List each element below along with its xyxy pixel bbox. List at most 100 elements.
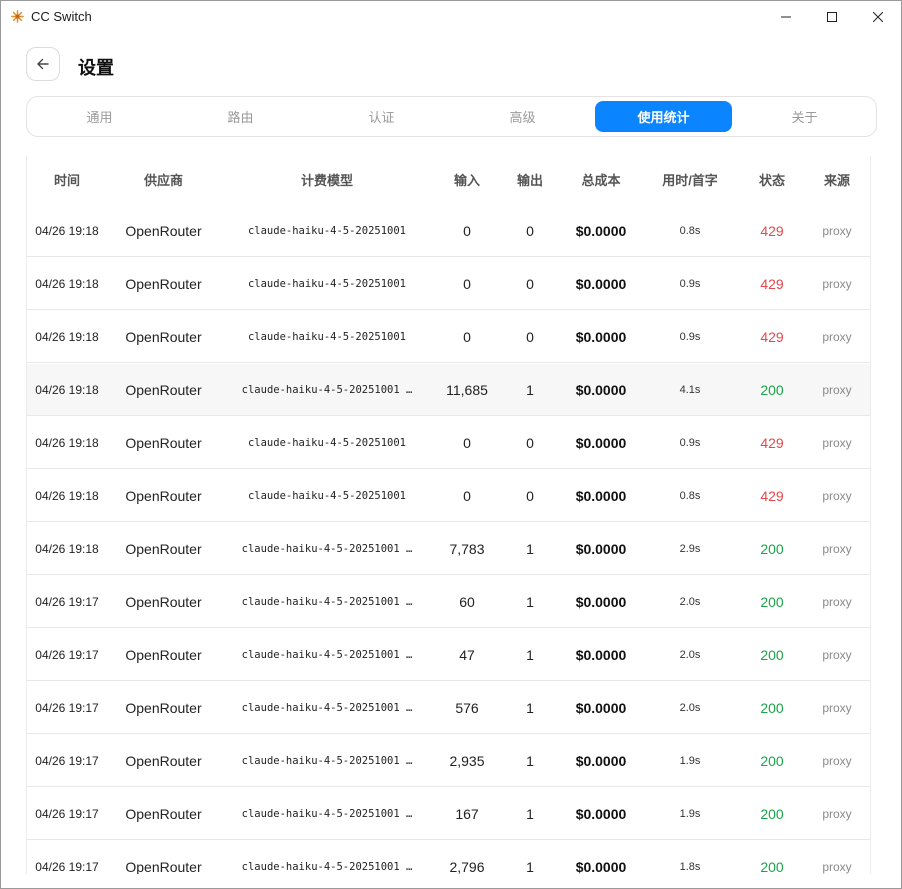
cell-source: proxy [822,542,852,556]
cell-cost: $0.0000 [575,753,627,769]
tab-advanced[interactable]: 高级 [454,101,591,132]
column-header-cost[interactable]: 总成本 [559,156,643,205]
column-header-status[interactable]: 状态 [739,156,805,205]
cell-duration: 2.9s [679,543,701,555]
cell-status: 200 [760,806,784,822]
cell-cost: $0.0000 [575,647,627,663]
cell-output: 0 [526,488,534,504]
cell-source: proxy [822,595,852,609]
cell-provider: OpenRouter [125,329,202,345]
cell-status: 429 [760,329,784,345]
column-header-duration[interactable]: 用时/首字 [647,156,733,205]
cell-cost: $0.0000 [575,329,627,345]
cell-input: 0 [463,223,471,239]
table-row[interactable]: 04/26 19:17 OpenRouter claude-haiku-4-5-20… [27,576,870,628]
column-header-model[interactable]: 计费模型 [227,156,427,205]
maximize-button[interactable] [809,1,855,32]
tab-auth[interactable]: 认证 [313,101,450,132]
table-row[interactable]: 04/26 19:18 OpenRouter claude-haiku-4-5-20… [27,523,870,575]
cell-output: 0 [526,435,534,451]
table-row[interactable]: 04/26 19:18 OpenRouter claude-haiku-4-5-20… [27,311,870,363]
cell-model: claude-haiku-4-5-20251001 … [241,861,413,873]
settings-tabs: 通用 路由 认证 高级 使用统计 关于 [26,96,877,137]
table-row[interactable]: 04/26 19:18 OpenRouter claude-haiku-4-5-20… [27,258,870,310]
table-row[interactable]: 04/26 19:17 OpenRouter claude-haiku-4-5-20… [27,682,870,734]
close-button[interactable] [855,1,901,32]
cell-source: proxy [822,277,852,291]
cell-provider: OpenRouter [125,382,202,398]
cell-output: 1 [526,647,534,663]
cell-provider: OpenRouter [125,647,202,663]
cell-input: 0 [463,435,471,451]
table-header: 时间 供应商 计费模型 输入 输出 总成本 用时/首字 状态 来源 [27,156,870,206]
tab-usage-stats[interactable]: 使用统计 [595,101,732,132]
tab-about[interactable]: 关于 [736,101,873,132]
title-bar: CC Switch [1,1,901,32]
cell-input: 0 [463,276,471,292]
cell-output: 1 [526,700,534,716]
cell-time: 04/26 19:17 [35,807,99,821]
cell-status: 200 [760,594,784,610]
cell-duration: 4.1s [679,384,701,396]
column-header-provider[interactable]: 供应商 [115,156,212,205]
cell-status: 200 [760,700,784,716]
cell-time: 04/26 19:18 [35,330,99,344]
table-row[interactable]: 04/26 19:17 OpenRouter claude-haiku-4-5-20… [27,629,870,681]
cell-output: 1 [526,594,534,610]
cell-model: claude-haiku-4-5-20251001 … [241,755,413,767]
minimize-button[interactable] [763,1,809,32]
cell-status: 200 [760,541,784,557]
cell-input: 11,685 [446,382,488,398]
cell-input: 7,783 [449,541,485,557]
cell-input: 576 [455,700,479,716]
table-row[interactable]: 04/26 19:18 OpenRouter claude-haiku-4-5-20… [27,364,870,416]
cell-duration: 0.9s [679,278,701,290]
cell-duration: 1.9s [679,755,701,767]
cell-cost: $0.0000 [575,859,627,874]
cell-output: 1 [526,859,534,874]
table-row[interactable]: 04/26 19:18 OpenRouter claude-haiku-4-5-20… [27,417,870,469]
cell-status: 200 [760,753,784,769]
cell-model: claude-haiku-4-5-20251001 … [241,384,413,396]
cell-time: 04/26 19:17 [35,648,99,662]
cell-model: claude-haiku-4-5-20251001 [247,490,407,502]
table-row[interactable]: 04/26 19:17 OpenRouter claude-haiku-4-5-20… [27,788,870,840]
column-header-input[interactable]: 输入 [432,156,502,205]
table-row[interactable]: 04/26 19:17 OpenRouter claude-haiku-4-5-20… [27,841,870,874]
cell-status: 200 [760,382,784,398]
table-row[interactable]: 04/26 19:18 OpenRouter claude-haiku-4-5-20… [27,470,870,522]
window-title: CC Switch [31,9,92,24]
table-row[interactable]: 04/26 19:18 OpenRouter claude-haiku-4-5-20… [27,205,870,257]
page-title: 设置 [78,58,114,78]
cell-time: 04/26 19:17 [35,754,99,768]
column-header-time[interactable]: 时间 [27,156,107,205]
cell-input: 60 [459,594,475,610]
app-logo-icon [11,10,24,23]
cell-model: claude-haiku-4-5-20251001 [247,278,407,290]
column-header-source[interactable]: 来源 [810,156,864,205]
cell-cost: $0.0000 [575,276,627,292]
cell-input: 47 [459,647,475,663]
cell-provider: OpenRouter [125,435,202,451]
tab-general[interactable]: 通用 [31,101,168,132]
cell-provider: OpenRouter [125,488,202,504]
arrow-left-icon [37,58,49,70]
cell-source: proxy [822,383,852,397]
cell-source: proxy [822,330,852,344]
table-row[interactable]: 04/26 19:17 OpenRouter claude-haiku-4-5-20… [27,735,870,787]
back-button[interactable] [26,47,60,81]
cell-source: proxy [822,648,852,662]
cell-input: 0 [463,329,471,345]
cell-provider: OpenRouter [125,276,202,292]
cell-output: 1 [526,541,534,557]
cell-time: 04/26 19:17 [35,701,99,715]
column-header-output[interactable]: 输出 [505,156,555,205]
tab-routing[interactable]: 路由 [172,101,309,132]
cell-status: 200 [760,647,784,663]
cell-time: 04/26 19:18 [35,383,99,397]
cell-duration: 0.9s [679,437,701,449]
cell-input: 2,935 [449,753,485,769]
cell-provider: OpenRouter [125,223,202,239]
cell-model: claude-haiku-4-5-20251001 … [241,596,413,608]
cell-input: 0 [463,488,471,504]
